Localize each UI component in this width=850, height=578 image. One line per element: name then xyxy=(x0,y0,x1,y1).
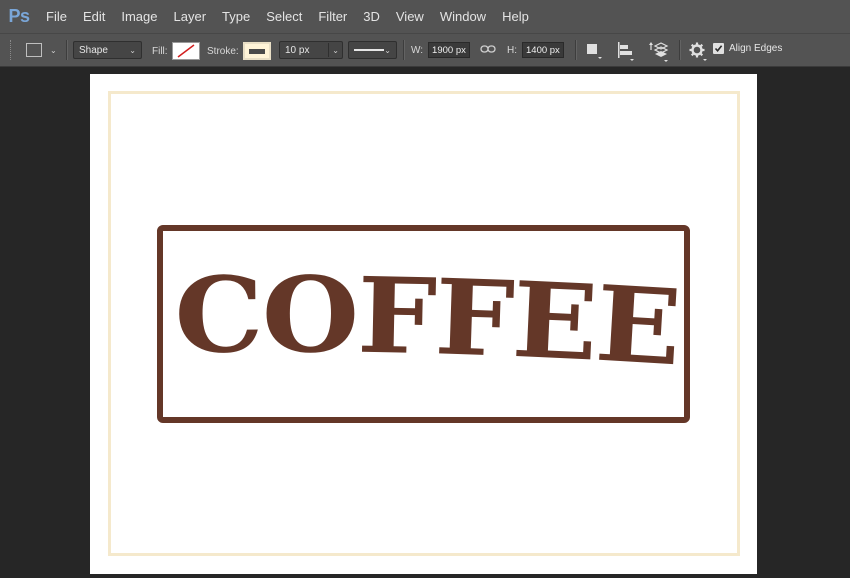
height-field[interactable]: 1400 px xyxy=(522,42,564,58)
link-icon[interactable] xyxy=(480,43,496,55)
menu-select[interactable]: Select xyxy=(258,0,310,33)
chevron-down-icon: ⌄ xyxy=(50,45,57,55)
menu-image[interactable]: Image xyxy=(113,0,165,33)
options-bar: ⌄ Shape ⌄ Fill: Stroke: 10 px ⌄ ⌄ W: 190… xyxy=(0,33,850,67)
fill-swatch[interactable] xyxy=(171,42,200,60)
rectangle-tool-icon xyxy=(26,43,42,57)
options-bar-grip[interactable] xyxy=(10,40,15,60)
stroke-type-select[interactable]: ⌄ xyxy=(348,41,397,59)
stroke-width-input[interactable]: 10 px ⌄ xyxy=(279,41,343,59)
path-operations-button[interactable] xyxy=(585,42,603,60)
chevron-down-icon: ⌄ xyxy=(384,45,391,55)
menu-edit[interactable]: Edit xyxy=(75,0,113,33)
align-edges-checkbox[interactable] xyxy=(713,43,724,54)
solid-line-icon xyxy=(354,49,384,51)
align-edges-label: Align Edges xyxy=(729,43,783,54)
menu-window[interactable]: Window xyxy=(432,0,494,33)
menu-view[interactable]: View xyxy=(388,0,432,33)
menu-file[interactable]: File xyxy=(38,0,75,33)
width-label: W: xyxy=(411,44,424,56)
stroke-preview-icon xyxy=(248,48,265,54)
width-field[interactable]: 1900 px xyxy=(428,42,471,58)
geometry-options-button[interactable] xyxy=(688,41,708,61)
separator xyxy=(679,40,681,60)
no-color-icon xyxy=(177,44,195,58)
menu-help[interactable]: Help xyxy=(494,0,537,33)
tool-mode-value: Shape xyxy=(79,44,108,56)
arrange-layers-icon xyxy=(649,42,669,62)
separator xyxy=(66,40,68,60)
separator xyxy=(403,40,405,60)
stroke-width-value: 10 px xyxy=(285,44,310,56)
menu-layer[interactable]: Layer xyxy=(166,0,215,33)
fill-label: Fill: xyxy=(152,45,168,57)
tool-preset-picker[interactable]: ⌄ xyxy=(26,43,57,57)
coffee-text: COFFEE xyxy=(174,268,682,389)
separator xyxy=(575,40,577,60)
align-left-icon xyxy=(618,42,634,61)
stroke-swatch[interactable] xyxy=(242,42,271,60)
gear-icon xyxy=(689,42,707,61)
chevron-down-icon: ⌄ xyxy=(129,45,136,55)
height-label: H: xyxy=(507,44,517,56)
path-operations-icon xyxy=(587,44,602,59)
coffee-wordmark: COFFEE xyxy=(174,268,684,389)
menu-bar: Ps File Edit Image Layer Type Select Fil… xyxy=(0,0,850,33)
align-edges-toggle[interactable]: Align Edges xyxy=(713,43,782,54)
stroke-label: Stroke: xyxy=(207,45,239,57)
menu-type[interactable]: Type xyxy=(214,0,258,33)
checkmark-icon xyxy=(714,45,723,53)
menu-3d[interactable]: 3D xyxy=(355,0,388,33)
menu-filter[interactable]: Filter xyxy=(310,0,355,33)
path-alignment-button[interactable] xyxy=(615,40,637,62)
chevron-down-icon: ⌄ xyxy=(332,45,339,55)
path-arrangement-button[interactable] xyxy=(646,40,670,62)
coffee-text-path: COFFEE xyxy=(174,268,684,389)
photoshop-logo: Ps xyxy=(8,6,30,26)
tool-mode-select[interactable]: Shape ⌄ xyxy=(73,41,142,59)
